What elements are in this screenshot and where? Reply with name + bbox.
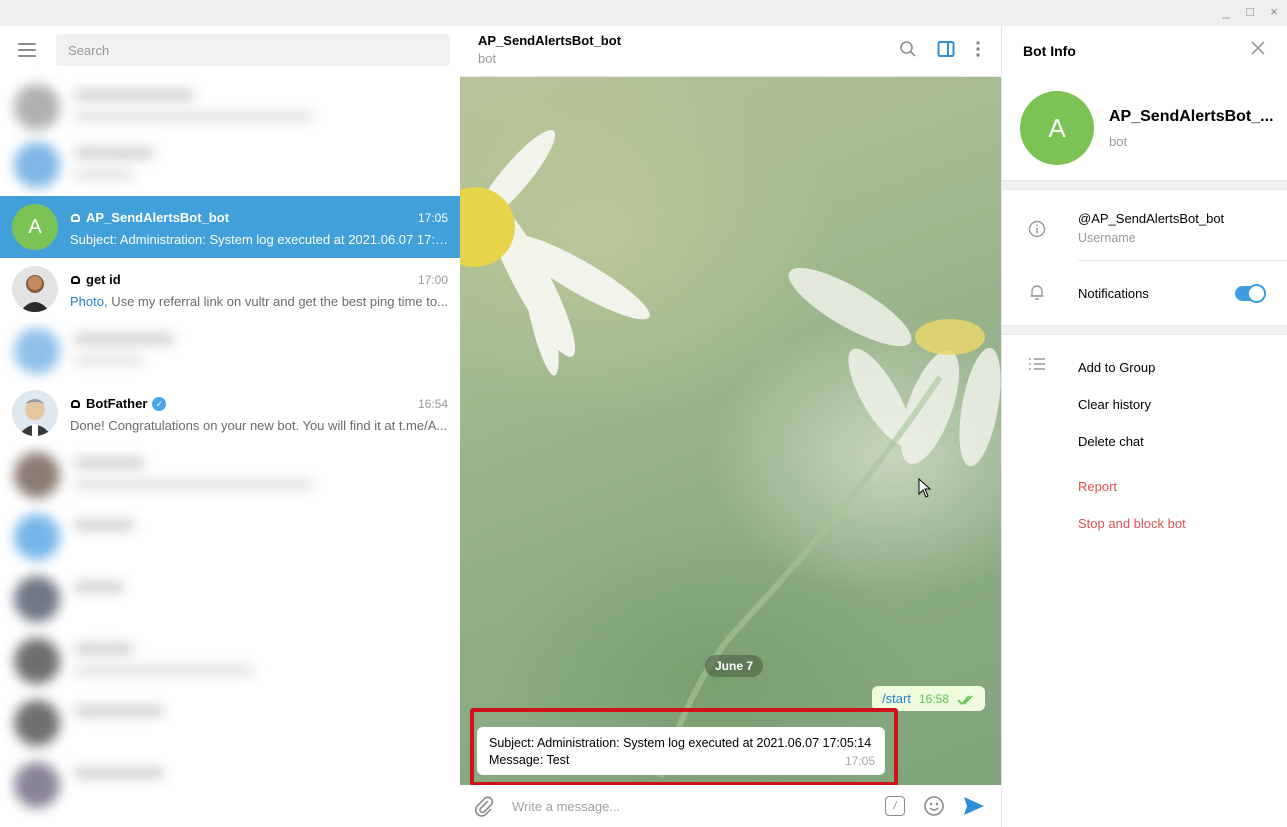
conversation-header[interactable]: AP_SendAlertsBot_bot bot [460,26,1001,77]
attach-icon[interactable] [474,795,494,817]
bot-icon [70,275,81,285]
avatar[interactable]: A [1020,91,1094,165]
list-item[interactable] [0,444,460,506]
search-input[interactable]: Search [56,34,450,66]
mouse-cursor-icon [918,478,932,498]
bot-status: bot [1109,133,1128,149]
verified-icon: ✓ [152,396,167,411]
divider [1002,180,1287,190]
chat-name: get id [86,272,121,287]
search-placeholder: Search [68,42,110,58]
notifications-row[interactable]: Notifications [1002,261,1287,325]
daisy-wallpaper [460,130,1001,778]
menu-icon[interactable] [18,43,36,57]
avatar-letter: A [28,215,42,238]
maximize-button[interactable]: □ [1243,4,1257,19]
username-row[interactable]: @AP_SendAlertsBot_bot Username [1002,190,1287,260]
window-titlebar: _ □ × [0,0,1287,26]
username-label: Username [1078,231,1136,245]
chat-list-header: Search [0,26,460,74]
emoji-icon[interactable] [923,795,945,817]
divider [1002,325,1287,335]
side-panel-icon[interactable] [937,40,955,58]
chat-name: AP_SendAlertsBot_bot [86,210,230,225]
avatar [12,266,58,312]
bot-commands-icon[interactable]: / [885,796,905,816]
message-input[interactable]: Write a message... [512,799,885,814]
chat-preview: Subject: Administration: System log exec… [70,231,448,247]
clear-history-button[interactable]: Clear history [1002,386,1287,423]
message-time: 16:58 [918,692,949,706]
search-icon[interactable] [899,40,917,58]
list-item[interactable] [0,76,460,138]
stop-and-block-bot-button[interactable]: Stop and block bot [1002,505,1287,542]
chat-preview: Done! Congratulations on your new bot. Y… [70,417,448,433]
chat-time: 17:05 [417,210,448,225]
delete-chat-button[interactable]: Delete chat [1002,423,1287,460]
report-button[interactable]: Report [1002,468,1287,505]
more-options-icon[interactable] [975,40,981,58]
notifications-label: Notifications [1078,285,1149,301]
chat-time: 17:00 [417,272,448,287]
chat-time: 16:54 [417,396,448,411]
list-item[interactable] [0,754,460,816]
notifications-toggle[interactable] [1235,284,1266,303]
chat-item-ap-sendalertsbot[interactable]: A AP_SendAlertsBot_bot 17:05 Subject: Ad… [0,196,460,258]
bot-icon [70,399,81,409]
photo-prefix: Photo, [70,293,108,309]
list-item[interactable] [0,320,460,382]
bot-name: AP_SendAlertsBot_... [1109,107,1274,125]
list-icon [1029,358,1045,370]
double-check-icon [957,695,973,706]
bot-profile: A AP_SendAlertsBot_... bot [1002,76,1287,180]
highlight-box [470,708,898,785]
chat-item-botfather[interactable]: BotFather ✓ 16:54 Done! Congratulations o… [0,382,460,444]
avatar [12,390,58,436]
bot-actions: Add to Group Clear history Delete chat R… [1002,335,1287,542]
list-item[interactable] [0,134,460,196]
conversation-panel: AP_SendAlertsBot_bot bot June 7 /start 1… [460,26,1001,827]
bot-info-panel: Bot Info A AP_SendAlertsBot_... bot @AP_… [1001,26,1287,827]
username-value: @AP_SendAlertsBot_bot [1078,211,1225,226]
list-item[interactable] [0,506,460,568]
bot-info-header: Bot Info [1002,26,1287,76]
list-item[interactable] [0,630,460,692]
avatar-letter: A [1048,112,1066,143]
chat-item-get-id[interactable]: get id 17:00 Photo, Use my referral link… [0,258,460,320]
chat-list-panel: Search A AP_SendAlertsBot_bot 17:05 Subj… [0,26,460,827]
message-composer: Write a message... / [460,785,1001,827]
window-controls: _ □ × [1219,4,1281,19]
chat-background: June 7 /start 16:58 Subject: Administrat… [460,77,1001,785]
chat-name: BotFather [86,396,148,411]
bot-icon [70,213,81,223]
avatar: A [12,204,58,250]
message-text[interactable]: /start [882,691,911,706]
close-window-button[interactable]: × [1267,4,1281,19]
info-icon [1028,220,1046,238]
send-icon[interactable] [963,796,985,816]
close-icon[interactable] [1249,39,1267,57]
date-separator: June 7 [705,655,764,677]
list-item[interactable] [0,692,460,754]
list-item[interactable] [0,568,460,630]
minimize-button[interactable]: _ [1219,4,1233,19]
panel-title: Bot Info [1023,43,1076,59]
bell-icon [1030,285,1044,300]
chat-preview: Use my referral link on vultr and get th… [107,293,448,309]
